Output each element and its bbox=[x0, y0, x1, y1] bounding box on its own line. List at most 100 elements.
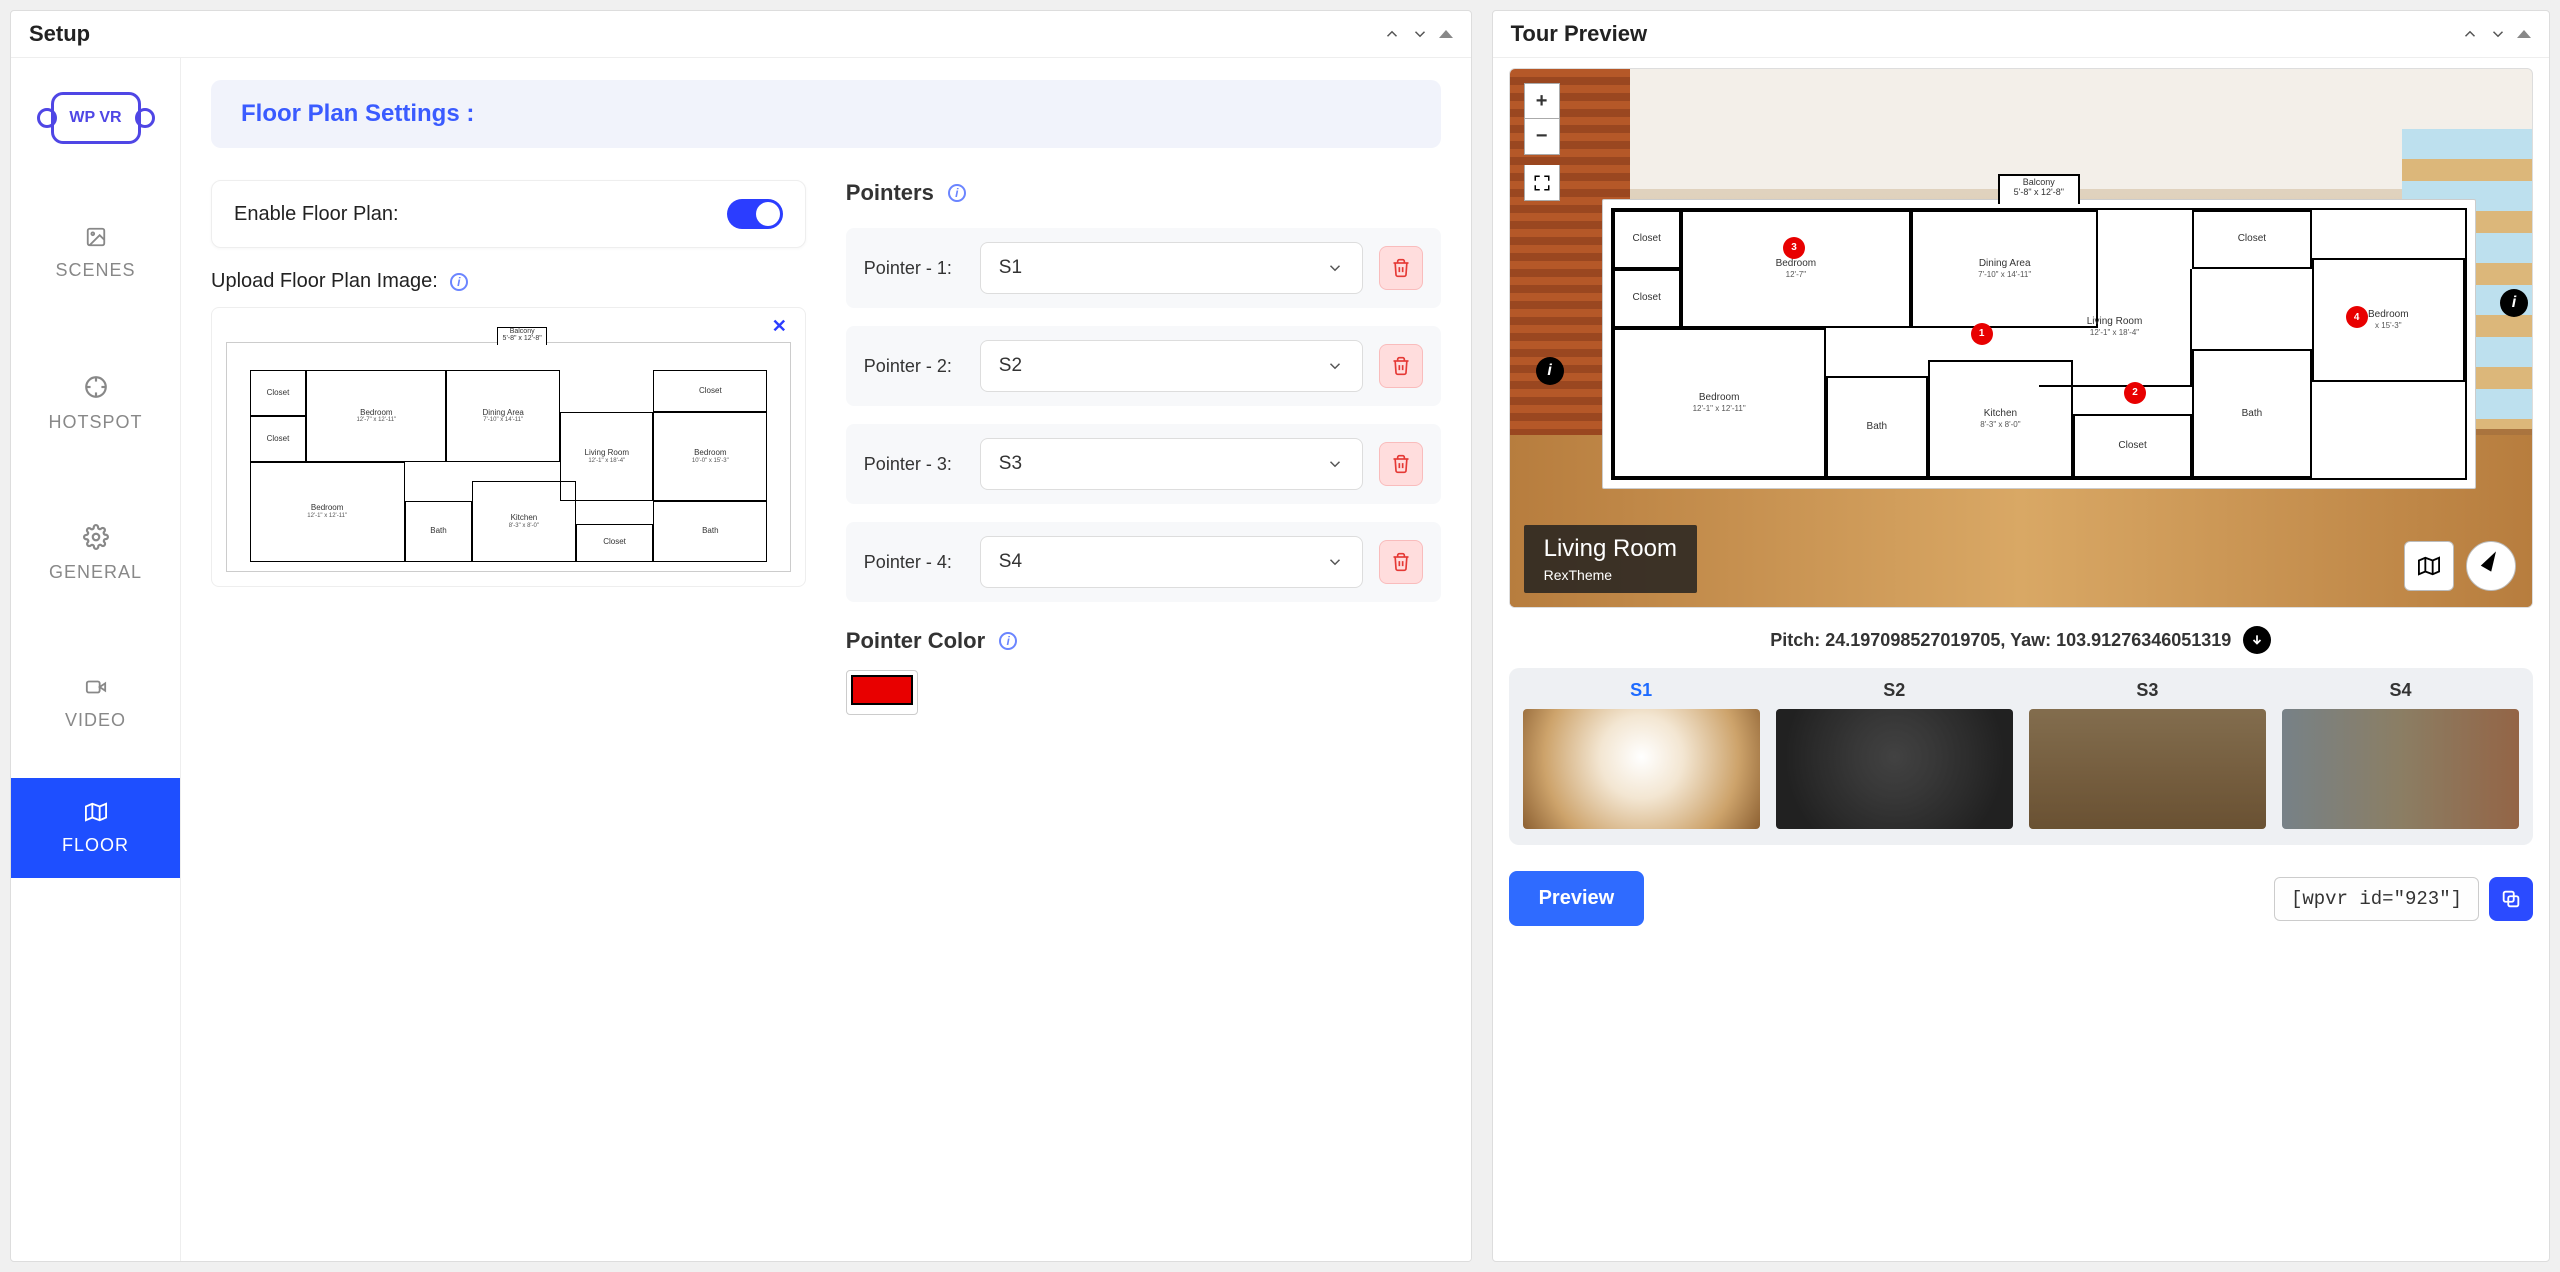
copy-icon bbox=[2500, 888, 2522, 910]
panorama-zoom-controls: + − bbox=[1524, 83, 1560, 201]
info-icon[interactable]: i bbox=[450, 273, 468, 291]
copy-shortcode-button[interactable] bbox=[2489, 877, 2533, 921]
panorama-viewer[interactable]: + − i i Balcony 5'-8" x 12'-8" Closet C bbox=[1509, 68, 2533, 608]
scene-thumb-s2[interactable]: S2 bbox=[1776, 680, 2013, 829]
chevron-up-icon[interactable] bbox=[2461, 25, 2479, 43]
delete-pointer-3[interactable] bbox=[1379, 442, 1423, 486]
pointer-row-4: Pointer - 4: S4 bbox=[846, 522, 1441, 602]
chevron-down-icon bbox=[1326, 553, 1344, 571]
upload-label-row: Upload Floor Plan Image: i bbox=[211, 270, 806, 293]
pointer-color-picker-wrap bbox=[846, 670, 918, 715]
zoom-out-button[interactable]: − bbox=[1524, 119, 1560, 155]
preview-header-controls bbox=[2461, 25, 2531, 43]
pointer-select-2[interactable]: S2 bbox=[980, 340, 1363, 392]
pointer-select-3[interactable]: S3 bbox=[980, 438, 1363, 490]
trash-icon bbox=[1391, 258, 1411, 278]
scene-thumb-s1[interactable]: S1 bbox=[1523, 680, 1760, 829]
crosshair-icon bbox=[83, 374, 109, 400]
chevron-down-icon bbox=[1326, 259, 1344, 277]
shortcode-row: [wpvr id="923"] bbox=[2274, 877, 2533, 921]
chevron-down-icon bbox=[1326, 357, 1344, 375]
pointer-label-3: Pointer - 3: bbox=[864, 454, 964, 475]
upload-label: Upload Floor Plan Image: bbox=[211, 270, 438, 293]
floorplan-pointer-4[interactable]: 4 bbox=[2346, 306, 2368, 328]
delete-pointer-1[interactable] bbox=[1379, 246, 1423, 290]
pointer-select-1[interactable]: S1 bbox=[980, 242, 1363, 294]
delete-pointer-4[interactable] bbox=[1379, 540, 1423, 584]
map-icon bbox=[2416, 555, 2442, 577]
setup-header-controls bbox=[1383, 25, 1453, 43]
collapse-icon[interactable] bbox=[1439, 30, 1453, 38]
pointer-label-1: Pointer - 1: bbox=[864, 258, 964, 279]
image-icon bbox=[83, 226, 109, 248]
scene-caption: Living Room RexTheme bbox=[1524, 525, 1697, 593]
trash-icon bbox=[1391, 454, 1411, 474]
fullscreen-icon bbox=[1533, 174, 1551, 192]
download-coords-button[interactable] bbox=[2243, 626, 2271, 654]
info-icon[interactable]: i bbox=[948, 184, 966, 202]
nav-general[interactable]: GENERAL bbox=[11, 478, 180, 628]
pitch-yaw-row: Pitch: 24.197098527019705, Yaw: 103.9127… bbox=[1509, 626, 2533, 654]
floorplan-overlay[interactable]: Balcony 5'-8" x 12'-8" Closet Closet Bed… bbox=[1602, 199, 2476, 489]
map-icon bbox=[83, 801, 109, 823]
trash-icon bbox=[1391, 356, 1411, 376]
hotspot-info-right[interactable]: i bbox=[2500, 289, 2528, 317]
mini-balcony: Balcony 5'-8" x 12'-8" bbox=[497, 327, 547, 345]
setup-content: Floor Plan Settings : Enable Floor Plan:… bbox=[181, 58, 1471, 1261]
preview-title: Tour Preview bbox=[1511, 21, 1648, 47]
pointers-title-row: Pointers i bbox=[846, 180, 1441, 206]
preview-panel: Tour Preview + − bbox=[1492, 10, 2550, 1262]
scene-name: Living Room bbox=[1544, 535, 1677, 563]
info-icon[interactable]: i bbox=[999, 632, 1017, 650]
setup-header: Setup bbox=[11, 11, 1471, 58]
section-title-box: Floor Plan Settings : bbox=[211, 80, 1441, 148]
toggle-floorplan-button[interactable] bbox=[2404, 541, 2454, 591]
collapse-icon[interactable] bbox=[2517, 30, 2531, 38]
chevron-down-icon[interactable] bbox=[2489, 25, 2507, 43]
zoom-in-button[interactable]: + bbox=[1524, 83, 1560, 119]
enable-label: Enable Floor Plan: bbox=[234, 203, 399, 226]
scene-author: RexTheme bbox=[1544, 567, 1677, 583]
sidebar-nav: WP VR SCENES HOTSPOT GENERAL VIDEO bbox=[11, 58, 181, 1261]
delete-pointer-2[interactable] bbox=[1379, 344, 1423, 388]
nav-floor[interactable]: FLOOR bbox=[11, 778, 180, 878]
pointer-label-4: Pointer - 4: bbox=[864, 552, 964, 573]
enable-floor-plan-row: Enable Floor Plan: bbox=[211, 180, 806, 248]
preview-button[interactable]: Preview bbox=[1509, 871, 1645, 926]
scene-thumb-s3[interactable]: S3 bbox=[2029, 680, 2266, 829]
video-icon bbox=[83, 676, 109, 698]
floorplan-image-preview[interactable]: Balcony 5'-8" x 12'-8" Closet Closet Bed… bbox=[226, 342, 791, 572]
remove-floorplan-button[interactable]: ✕ bbox=[772, 316, 787, 337]
pointer-select-4[interactable]: S4 bbox=[980, 536, 1363, 588]
floorplan-pointer-1[interactable]: 3 bbox=[1783, 237, 1805, 259]
trash-icon bbox=[1391, 552, 1411, 572]
shortcode-text: [wpvr id="923"] bbox=[2274, 877, 2479, 921]
compass-button[interactable] bbox=[2466, 541, 2516, 591]
floorplan-pointer-2[interactable]: 1 bbox=[1971, 323, 1993, 345]
fullscreen-button[interactable] bbox=[1524, 165, 1560, 201]
setup-panel: Setup WP VR SCENES HOTSPOT bbox=[10, 10, 1472, 1262]
floorplan-pointer-3[interactable]: 2 bbox=[2124, 382, 2146, 404]
nav-hotspot[interactable]: HOTSPOT bbox=[11, 328, 180, 478]
chevron-up-icon[interactable] bbox=[1383, 25, 1401, 43]
nav-video[interactable]: VIDEO bbox=[11, 628, 180, 778]
pointer-row-2: Pointer - 2: S2 bbox=[846, 326, 1441, 406]
fp-balcony: Balcony 5'-8" x 12'-8" bbox=[1998, 174, 2080, 204]
scene-thumbnails: S1 S2 S3 S4 bbox=[1509, 668, 2533, 845]
pitch-yaw-value: Pitch: 24.197098527019705, Yaw: 103.9127… bbox=[1770, 630, 2231, 651]
pointer-row-1: Pointer - 1: S1 bbox=[846, 228, 1441, 308]
pointer-color-label: Pointer Color bbox=[846, 628, 985, 654]
setup-title: Setup bbox=[29, 21, 90, 47]
pointer-color-swatch[interactable] bbox=[851, 675, 913, 705]
enable-floor-plan-toggle[interactable] bbox=[727, 199, 783, 229]
pointers-title: Pointers bbox=[846, 180, 934, 206]
scene-thumb-s4[interactable]: S4 bbox=[2282, 680, 2519, 829]
download-icon bbox=[2250, 633, 2264, 647]
nav-scenes[interactable]: SCENES bbox=[11, 178, 180, 328]
hotspot-info-left[interactable]: i bbox=[1536, 357, 1564, 385]
chevron-down-icon[interactable] bbox=[1411, 25, 1429, 43]
gear-icon bbox=[83, 524, 109, 550]
wpvr-logo: WP VR bbox=[51, 92, 141, 144]
preview-header: Tour Preview bbox=[1493, 11, 2549, 58]
pointer-row-3: Pointer - 3: S3 bbox=[846, 424, 1441, 504]
